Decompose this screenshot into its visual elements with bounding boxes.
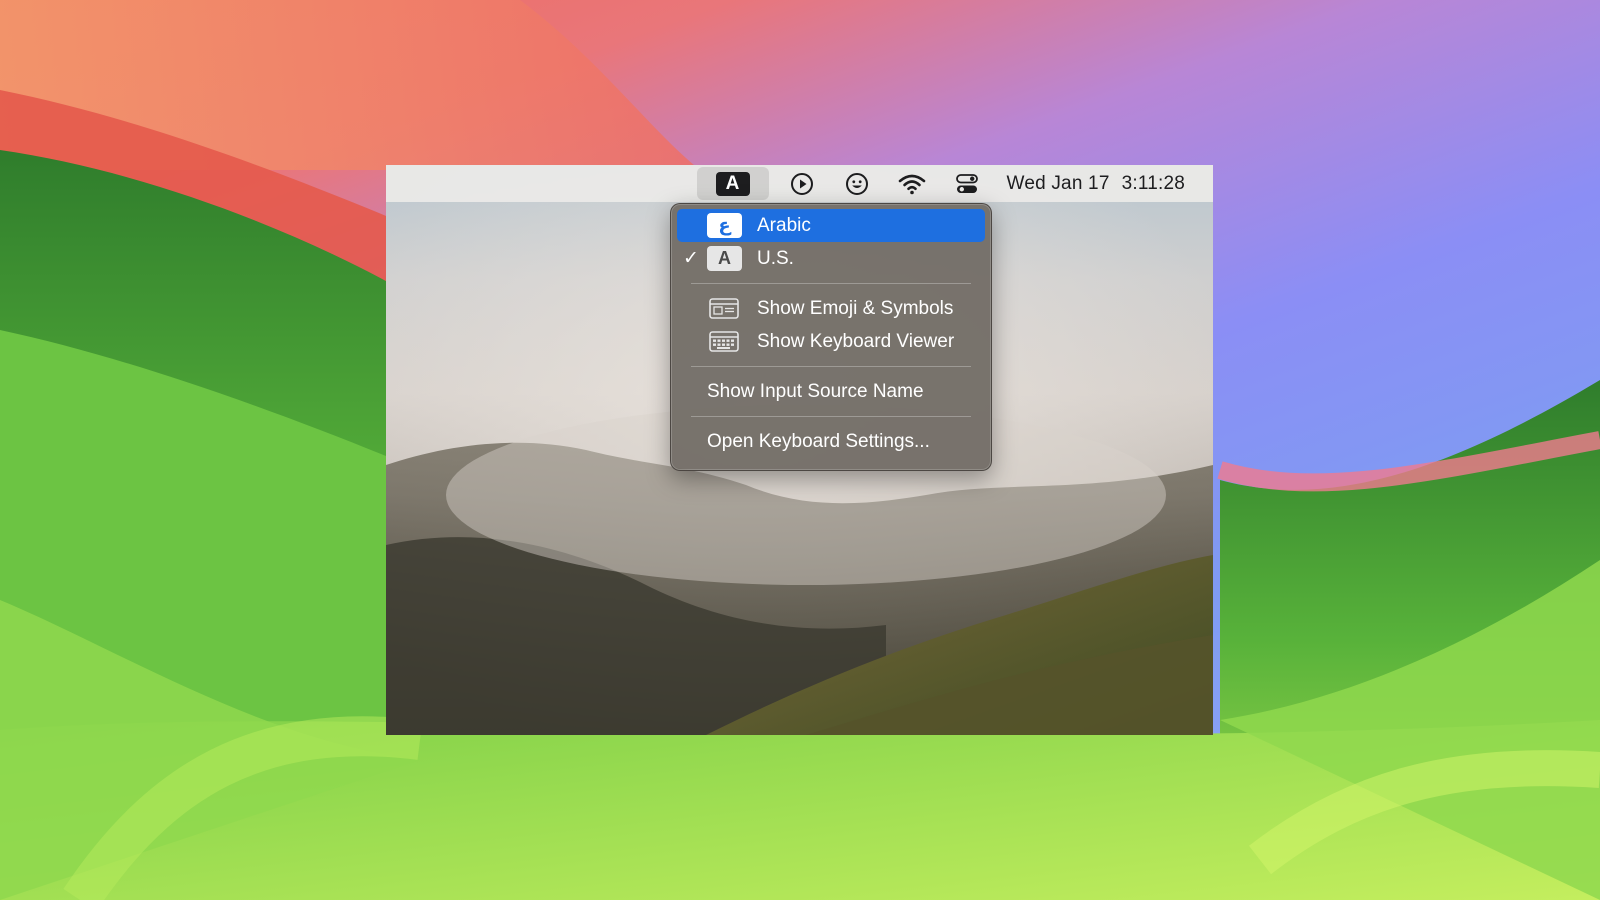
menu-separator: [691, 283, 971, 284]
menu-item-open-keyboard-settings-label: Open Keyboard Settings...: [707, 430, 930, 452]
keyboard-viewer-icon: [709, 331, 739, 352]
wifi-icon[interactable]: [885, 165, 940, 202]
menu-item-arabic-label: Arabic: [757, 214, 811, 236]
arabic-badge-icon: ع: [707, 213, 742, 238]
menu-item-show-keyboard-viewer[interactable]: Show Keyboard Viewer: [677, 325, 985, 358]
clock-date: Wed Jan 17: [1006, 172, 1110, 194]
menu-item-show-emoji-symbols-label: Show Emoji & Symbols: [757, 297, 954, 319]
emoji-symbols-icon: [709, 298, 739, 319]
menu-bar: A Wed Jan 17 3:11:28: [386, 165, 1213, 202]
menu-item-us[interactable]: ✓ A U.S.: [677, 242, 985, 275]
input-source-menu: ع Arabic ✓ A U.S. Show Emoji & Symbols S…: [670, 203, 992, 471]
menu-item-show-input-source-name-label: Show Input Source Name: [707, 380, 924, 402]
menu-item-show-input-source-name[interactable]: Show Input Source Name: [677, 375, 985, 408]
input-source-badge: A: [715, 171, 750, 196]
menu-item-show-emoji-symbols[interactable]: Show Emoji & Symbols: [677, 292, 985, 325]
checkmark-icon: ✓: [683, 248, 699, 269]
input-source-menu-button[interactable]: A: [696, 167, 769, 200]
control-center-icon[interactable]: [940, 165, 995, 202]
menu-item-us-label: U.S.: [757, 247, 794, 269]
us-badge-icon: A: [707, 246, 742, 271]
menu-item-arabic[interactable]: ع Arabic: [677, 209, 985, 242]
clock-time: 3:11:28: [1121, 172, 1185, 194]
emoji-face-icon[interactable]: [830, 165, 885, 202]
menu-bar-clock[interactable]: Wed Jan 17 3:11:28: [995, 165, 1213, 202]
menu-item-show-keyboard-viewer-label: Show Keyboard Viewer: [757, 330, 955, 352]
menu-separator: [691, 416, 971, 417]
menu-separator: [691, 366, 971, 367]
play-circle-icon[interactable]: [775, 165, 830, 202]
menu-item-open-keyboard-settings[interactable]: Open Keyboard Settings...: [677, 425, 985, 458]
